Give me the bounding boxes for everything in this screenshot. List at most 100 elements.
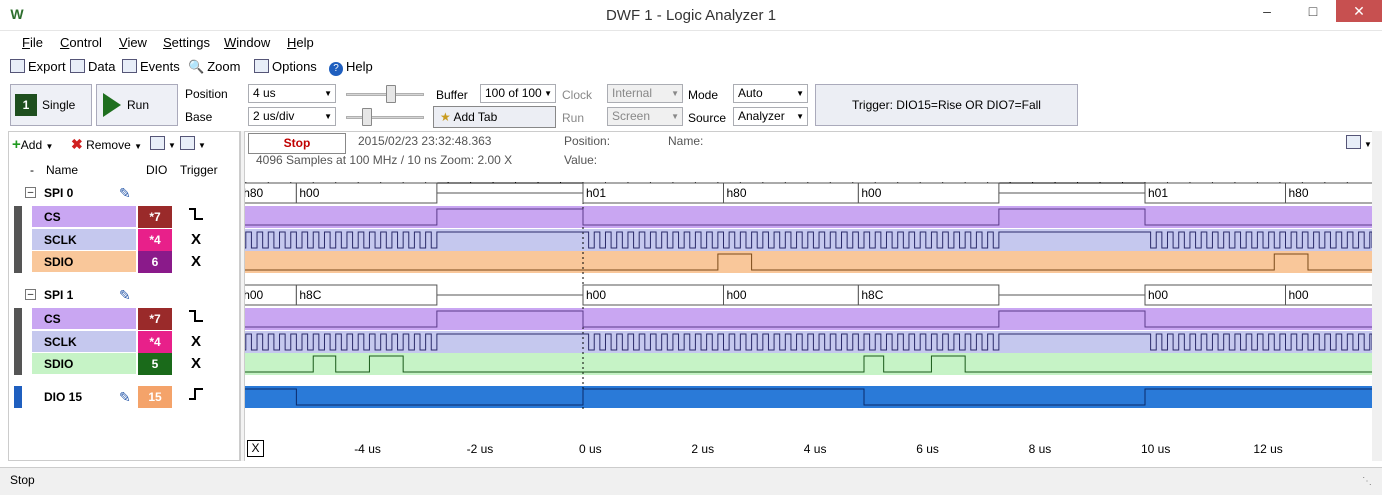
- position-combo[interactable]: 4 us ▼: [248, 84, 336, 103]
- channel-row[interactable]: SCLK *4 X: [22, 229, 221, 251]
- status-text: Stop: [10, 473, 35, 487]
- mode-combo[interactable]: Auto ▼: [733, 84, 808, 103]
- channel-group-row[interactable]: – SPI 1 ✎: [22, 284, 221, 306]
- add-tab-button[interactable]: ★ Add Tab: [433, 106, 556, 128]
- position-slider-thumb[interactable]: [386, 85, 396, 103]
- bus-label: h01: [586, 186, 606, 200]
- axis-button[interactable]: X: [247, 440, 264, 457]
- trigger-ignore-icon[interactable]: X: [176, 229, 216, 251]
- channel-dio[interactable]: 5: [138, 353, 172, 375]
- acquisition-stop-status[interactable]: Stop: [248, 133, 346, 154]
- acquisition-timestamp: 2015/02/23 23:32:48.363: [358, 134, 492, 148]
- zoom-button[interactable]: 🔍 Zoom: [188, 58, 240, 78]
- chevron-down-icon: ▼: [198, 141, 206, 150]
- remove-channel-button[interactable]: ✖ Remove ▼: [71, 136, 142, 153]
- resize-grip-icon[interactable]: ⋱: [1362, 476, 1372, 487]
- menu-help[interactable]: Help: [287, 35, 314, 50]
- trigger-falling-edge-icon[interactable]: [176, 308, 216, 330]
- maximize-button[interactable]: □: [1290, 0, 1336, 22]
- menu-file[interactable]: File: [22, 35, 43, 50]
- trigger-ignore-icon[interactable]: X: [176, 251, 216, 273]
- wave-options-button[interactable]: ▼: [1346, 135, 1372, 150]
- channel-name: SDIO: [32, 353, 136, 375]
- minimize-button[interactable]: –: [1244, 0, 1290, 22]
- trigger-ignore-icon[interactable]: X: [176, 331, 216, 353]
- position-slider-track[interactable]: [346, 93, 424, 96]
- bus-label: h8C: [861, 288, 883, 302]
- events-button[interactable]: Events: [122, 58, 180, 78]
- trigger-rising-edge-icon[interactable]: [176, 386, 216, 408]
- channel-row[interactable]: SDIO 5 X: [22, 353, 221, 375]
- chevron-down-icon: ▼: [671, 112, 679, 121]
- plus-icon: +: [12, 136, 21, 153]
- status-bar: Stop ⋱: [0, 467, 1382, 495]
- chevron-down-icon: ▼: [796, 89, 804, 98]
- chevron-down-icon: ▼: [544, 89, 552, 98]
- base-slider-track[interactable]: [346, 116, 424, 119]
- clock-combo[interactable]: Internal ▼: [607, 84, 683, 103]
- waveform-plot[interactable]: h80 h00 h01 h80 h00 h01 h80 h00 h8C h00 h00 h8C h00 h…: [245, 182, 1372, 436]
- single-button[interactable]: 1 Single: [10, 84, 92, 126]
- cursor-value-label: Value:: [564, 153, 598, 167]
- channel-dio[interactable]: 15: [138, 386, 172, 408]
- time-tick-label: 8 us: [1028, 442, 1052, 456]
- time-tick-label: -4 us: [354, 442, 381, 456]
- trigger-summary[interactable]: Trigger: DIO15=Rise OR DIO7=Fall: [815, 84, 1078, 126]
- export-button[interactable]: Export: [10, 58, 66, 78]
- run-label: Run: [562, 111, 585, 125]
- options-icon: [1346, 135, 1361, 149]
- time-tick-label: 4 us: [803, 442, 827, 456]
- bus-label: h00: [586, 288, 606, 302]
- close-button[interactable]: ✕: [1336, 0, 1382, 22]
- add-channel-button[interactable]: +Add ▼: [12, 136, 53, 153]
- menu-view[interactable]: View: [119, 35, 147, 50]
- channel-row[interactable]: SCLK *4 X: [22, 331, 221, 353]
- options-button[interactable]: Options: [254, 58, 317, 78]
- base-combo[interactable]: 2 us/div ▼: [248, 107, 336, 126]
- time-tick-label: -2 us: [466, 442, 494, 456]
- run-combo[interactable]: Screen ▼: [607, 107, 683, 126]
- menu-control[interactable]: Control: [60, 35, 102, 50]
- remove-icon: ✖: [71, 136, 83, 152]
- channel-group-row[interactable]: – SPI 0 ✎: [22, 182, 221, 204]
- channel-dio[interactable]: 6: [138, 251, 172, 273]
- buffer-combo[interactable]: 100 of 100 ▼: [480, 84, 556, 103]
- channel-dio[interactable]: *7: [138, 308, 172, 330]
- chevron-down-icon: ▼: [134, 142, 143, 151]
- time-tick-label: 10 us: [1141, 442, 1171, 456]
- channel-dio[interactable]: *7: [138, 206, 172, 228]
- options-icon: [254, 59, 269, 73]
- trigger-ignore-icon[interactable]: X: [176, 353, 216, 375]
- channel-dio[interactable]: *4: [138, 331, 172, 353]
- base-slider-thumb[interactable]: [362, 108, 372, 126]
- pencil-icon[interactable]: ✎: [119, 287, 131, 304]
- data-button[interactable]: Data: [70, 58, 115, 78]
- trigger-falling-edge-icon[interactable]: [176, 206, 216, 228]
- vertical-scrollbar[interactable]: [1372, 131, 1382, 461]
- pencil-icon[interactable]: ✎: [119, 185, 131, 202]
- cursor-position-label: Position:: [564, 134, 611, 148]
- clock-label: Clock: [562, 88, 593, 102]
- source-combo[interactable]: Analyzer ▼: [733, 107, 808, 126]
- bus-label: h80: [1289, 186, 1309, 200]
- acquisition-samples: 4096 Samples at 100 MHz / 10 ns Zoom: 2.…: [256, 153, 513, 167]
- channel-dio[interactable]: *4: [138, 229, 172, 251]
- menu-settings[interactable]: Settings: [163, 35, 210, 50]
- data-icon: [70, 59, 85, 73]
- group-name: SPI 0: [32, 182, 132, 204]
- group-marker: [14, 206, 22, 273]
- channel-name: SDIO: [32, 251, 136, 273]
- channel-row[interactable]: CS *7: [22, 308, 221, 330]
- channel-row[interactable]: DIO 15 ✎ 15: [22, 386, 221, 408]
- menu-window[interactable]: Window: [224, 35, 270, 50]
- bus-label: h00: [245, 288, 264, 302]
- help-icon: ?: [329, 62, 343, 76]
- pencil-icon[interactable]: ✎: [119, 389, 131, 406]
- properties-button[interactable]: ▼: [180, 136, 206, 151]
- channel-row[interactable]: CS *7: [22, 206, 221, 228]
- help-button[interactable]: ? Help: [329, 58, 373, 78]
- run-button[interactable]: Run: [96, 84, 178, 126]
- edit-channel-button[interactable]: ▼: [150, 136, 176, 151]
- channel-row[interactable]: SDIO 6 X: [22, 251, 221, 273]
- time-tick-label: 0 us: [579, 442, 602, 456]
